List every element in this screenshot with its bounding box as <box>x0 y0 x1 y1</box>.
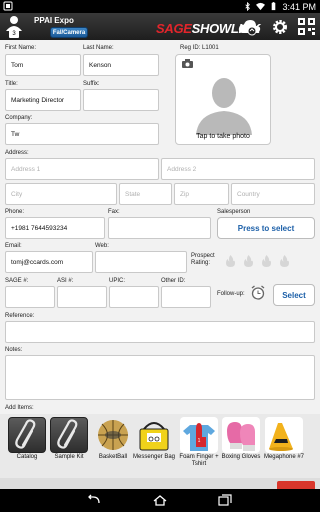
scan-mode-button[interactable]: Fal/Camera <box>50 27 88 38</box>
address1-field[interactable]: Address 1 <box>5 158 159 180</box>
rating-flame-icon-3[interactable] <box>261 255 272 267</box>
reference-field[interactable] <box>5 321 315 343</box>
notes-label: Notes: <box>5 347 23 353</box>
system-nav-bar <box>0 489 320 512</box>
company-field[interactable]: Tw <box>5 123 159 145</box>
home-icon[interactable] <box>153 494 167 506</box>
suffix-label: Suffix: <box>83 81 100 87</box>
basketball-image <box>94 417 132 453</box>
address-label: Address: <box>5 150 29 156</box>
paperclip-icon <box>50 417 88 453</box>
phone-field[interactable]: +1981 7644593234 <box>5 217 105 239</box>
salesperson-select-button[interactable]: Press to select <box>217 217 315 239</box>
email-field[interactable]: tomj@ccards.com <box>5 251 93 273</box>
item-catalog[interactable]: Catalog <box>8 417 46 473</box>
action-button[interactable] <box>277 481 315 489</box>
sage-number-field[interactable] <box>5 286 55 308</box>
add-items-label: Add Items: <box>5 405 34 411</box>
reference-label: Reference: <box>5 313 35 319</box>
wifi-icon <box>256 2 266 11</box>
prospect-rating-label: Prospect Rating: <box>191 253 215 266</box>
paperclip-icon <box>8 417 46 453</box>
sage-number-label: SAGE #: <box>5 278 29 284</box>
item-foam-finger-tshirt[interactable]: 1 Foam Finger + Tshirt <box>179 417 219 473</box>
app-header: 3 PPAI Expo Fal/Camera SAGESHOWLINK <box>0 13 320 40</box>
title-field[interactable]: Marketing Director <box>5 89 81 111</box>
item-label: Boxing Gloves <box>221 454 261 460</box>
bag-image <box>135 417 173 453</box>
boxing-gloves-image <box>222 417 260 453</box>
battery-icon <box>272 2 276 11</box>
status-bar: 3:41 PM <box>0 0 320 13</box>
gear-icon[interactable] <box>271 18 289 36</box>
email-label: Email: <box>5 243 22 249</box>
person-silhouette-icon <box>196 78 252 135</box>
web-field[interactable] <box>95 251 187 273</box>
phone-label: Phone: <box>5 209 25 215</box>
item-label: Catalog <box>16 454 38 460</box>
bottom-toolbar <box>0 478 320 489</box>
rating-flame-icon-2[interactable] <box>243 255 254 267</box>
follow-up-label: Follow-up: <box>217 291 245 297</box>
upic-field[interactable] <box>109 286 159 308</box>
clock-text: 3:41 PM <box>282 1 316 12</box>
other-id-label: Other ID: <box>161 278 186 284</box>
item-label: Sample Kit <box>54 454 84 460</box>
cloud-sync-icon[interactable] <box>238 17 262 37</box>
asi-number-field[interactable] <box>57 286 107 308</box>
foam-finger-image: 1 <box>180 417 218 453</box>
notes-field[interactable] <box>5 355 315 400</box>
item-label: BasketBall <box>98 454 128 460</box>
qr-code-icon[interactable] <box>298 18 315 35</box>
rating-flame-icon-1[interactable] <box>225 255 236 267</box>
follow-up-select-button[interactable]: Select <box>273 284 315 306</box>
state-field[interactable]: State <box>119 183 172 205</box>
web-label: Web: <box>95 243 109 249</box>
city-field[interactable]: City <box>5 183 117 205</box>
item-basketball[interactable]: BasketBall <box>94 417 132 473</box>
recent-apps-icon[interactable] <box>218 494 232 506</box>
last-name-field[interactable]: Kenson <box>83 54 159 76</box>
first-name-field[interactable]: Tom <box>5 54 81 76</box>
user-count-badge: 3 <box>9 30 19 38</box>
event-title: PPAI Expo <box>34 16 74 25</box>
item-megaphone[interactable]: Megaphone #7 <box>264 417 304 473</box>
last-name-label: Last Name: <box>83 45 114 51</box>
fax-field[interactable] <box>108 217 211 239</box>
reg-id-label: Reg ID: L1001 <box>180 45 219 51</box>
item-label: Megaphone #7 <box>263 454 305 460</box>
country-field[interactable]: Country <box>231 183 315 205</box>
alarm-clock-icon <box>251 285 265 300</box>
take-photo-label: Tap to take photo <box>196 133 250 140</box>
notification-icon <box>3 1 13 11</box>
svg-text:1: 1 <box>198 438 201 444</box>
title-label: Title: <box>5 81 18 87</box>
item-boxing-gloves[interactable]: Boxing Gloves <box>222 417 260 473</box>
fax-label: Fax: <box>108 209 120 215</box>
user-icon[interactable]: 3 <box>4 15 24 38</box>
back-icon[interactable] <box>87 494 101 506</box>
company-label: Company: <box>5 115 33 121</box>
item-sample-kit[interactable]: Sample Kit <box>50 417 88 473</box>
upic-label: UPIC: <box>109 278 126 284</box>
asi-number-label: ASI #: <box>57 278 74 284</box>
camera-icon <box>182 59 193 68</box>
other-id-field[interactable] <box>161 286 211 308</box>
salesperson-label: Salesperson <box>217 209 251 215</box>
zip-field[interactable]: Zip <box>174 183 229 205</box>
rating-flame-icon-4[interactable] <box>279 255 290 267</box>
suffix-field[interactable] <box>83 89 159 111</box>
photo-capture[interactable]: Tap to take photo <box>175 54 271 145</box>
megaphone-image <box>265 417 303 453</box>
item-label: Foam Finger + Tshirt <box>179 454 219 467</box>
item-label: Messenger Bag <box>132 454 176 460</box>
bluetooth-icon <box>245 2 251 11</box>
item-messenger-bag[interactable]: Messenger Bag <box>133 417 175 473</box>
address2-field[interactable]: Address 2 <box>161 158 315 180</box>
first-name-label: First Name: <box>5 45 37 51</box>
